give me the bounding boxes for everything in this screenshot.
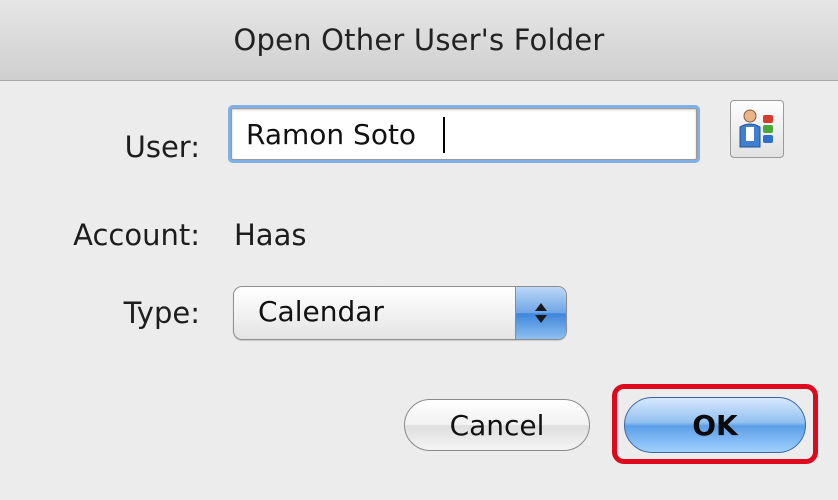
user-input[interactable] xyxy=(231,108,697,160)
type-label: Type: xyxy=(123,296,200,330)
user-label: User: xyxy=(124,130,200,164)
cancel-button[interactable]: Cancel xyxy=(404,399,590,451)
type-selected-value: Calendar xyxy=(258,295,384,328)
up-down-arrows-icon xyxy=(515,287,566,339)
account-label: Account: xyxy=(73,218,200,252)
type-popup[interactable]: Calendar xyxy=(233,286,567,340)
annotation-highlight xyxy=(612,384,818,464)
title-bar: Open Other User's Folder xyxy=(0,0,838,81)
address-book-icon xyxy=(739,109,773,148)
window-title: Open Other User's Folder xyxy=(233,23,605,57)
account-value: Haas xyxy=(234,218,307,252)
address-book-button[interactable] xyxy=(730,100,784,158)
text-cursor xyxy=(443,117,445,153)
